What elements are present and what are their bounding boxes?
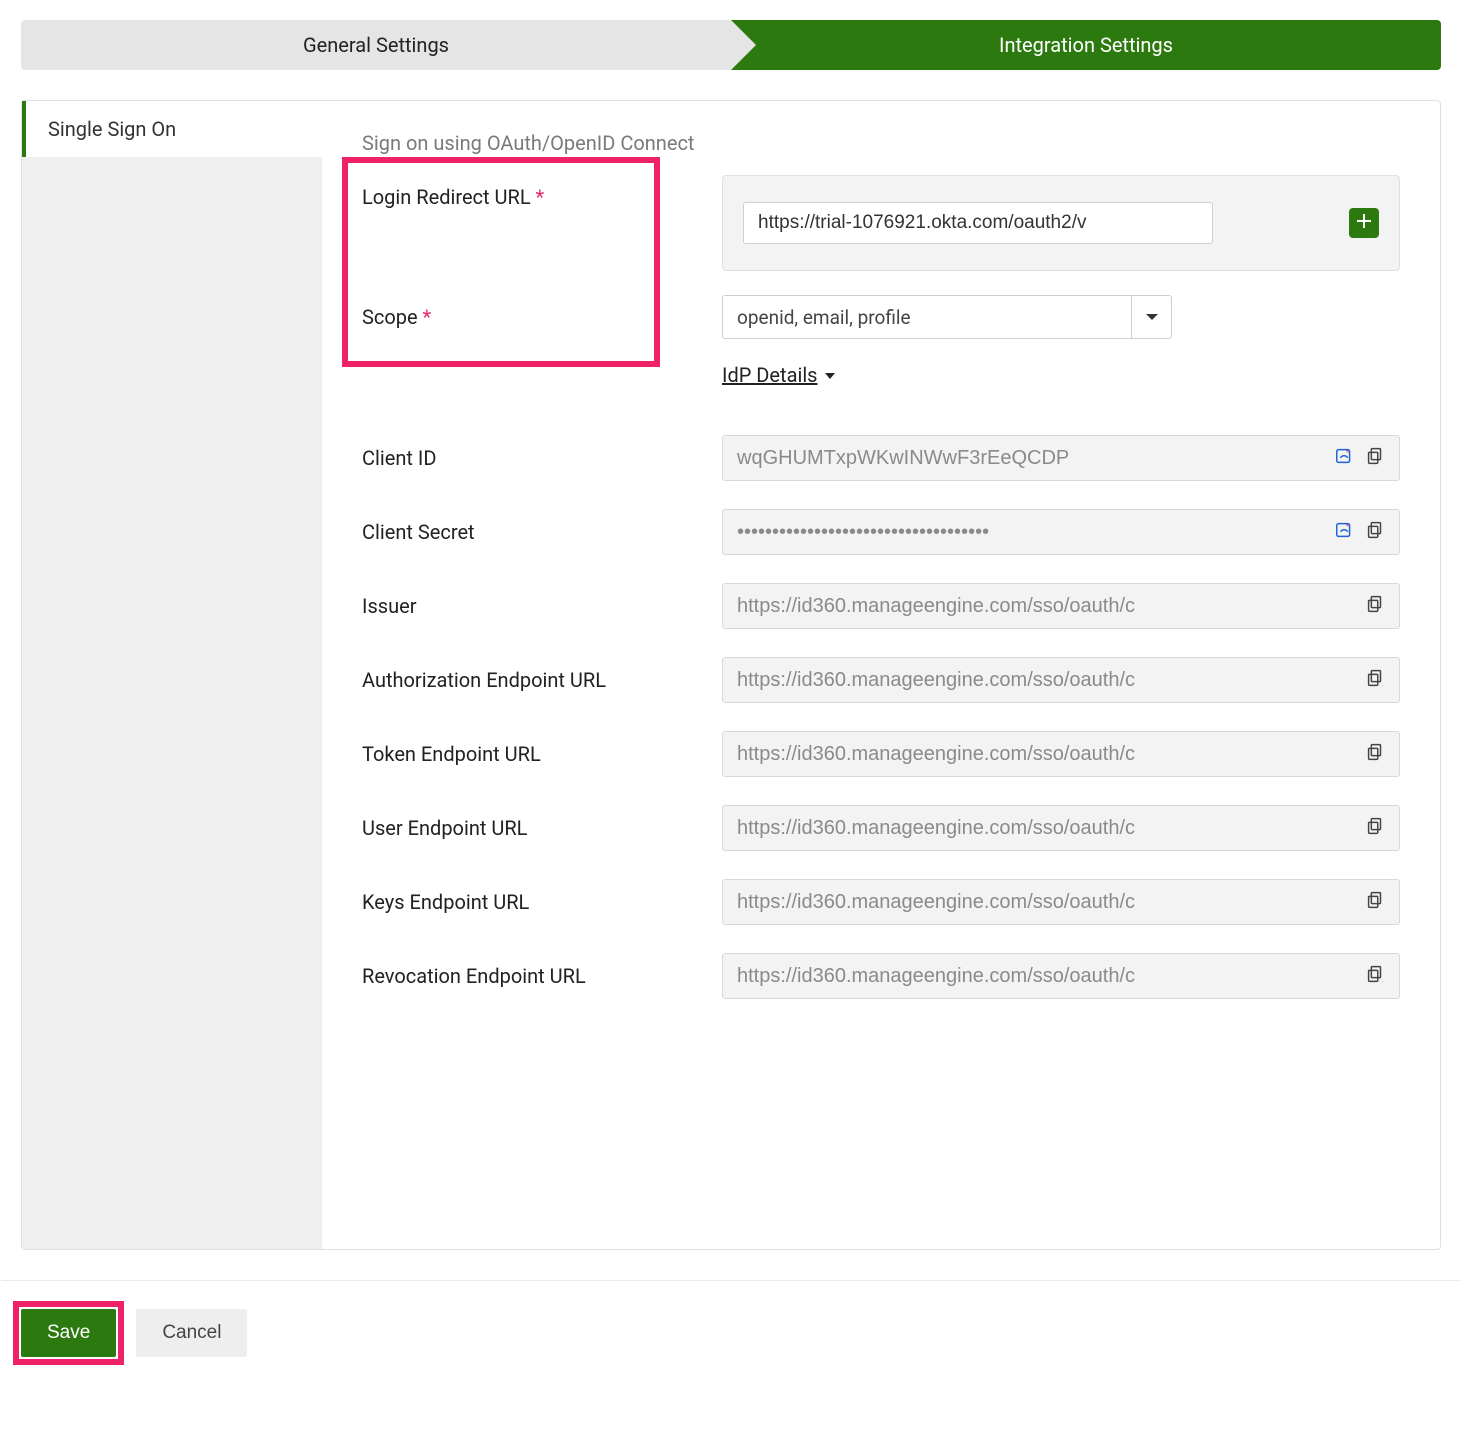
revocation-endpoint-input[interactable] <box>737 965 1357 988</box>
label-revocation-endpoint: Revocation Endpoint URL <box>362 964 722 988</box>
caret-down-icon <box>824 363 836 387</box>
copy-icon <box>1364 889 1386 916</box>
client-id-input[interactable] <box>737 447 1327 470</box>
client-secret-input[interactable] <box>737 521 1327 544</box>
copy-button[interactable] <box>1363 594 1387 618</box>
field-keys-endpoint <box>722 879 1400 925</box>
label-authorization-endpoint: Authorization Endpoint URL <box>362 668 722 692</box>
field-user-endpoint <box>722 805 1400 851</box>
copy-button[interactable] <box>1363 520 1387 544</box>
copy-icon <box>1364 593 1386 620</box>
sidebar: Single Sign On <box>22 101 322 1249</box>
label-scope: Scope * <box>362 295 722 329</box>
cancel-button[interactable]: Cancel <box>136 1309 247 1357</box>
label-token-endpoint: Token Endpoint URL <box>362 742 722 766</box>
tab-label: General Settings <box>303 33 449 57</box>
content-description: Sign on using OAuth/OpenID Connect <box>362 131 1400 155</box>
preview-button[interactable]: * <box>1333 520 1357 544</box>
label-user-endpoint: User Endpoint URL <box>362 816 722 840</box>
content: Sign on using OAuth/OpenID Connect Login… <box>322 101 1440 1249</box>
preview-icon: * <box>1334 519 1356 546</box>
label-client-id: Client ID <box>362 446 722 470</box>
sidebar-item-label: Single Sign On <box>48 117 176 141</box>
footer: Save Cancel <box>21 1309 1441 1357</box>
copy-button[interactable] <box>1363 964 1387 988</box>
field-issuer <box>722 583 1400 629</box>
copy-button[interactable] <box>1363 742 1387 766</box>
chevron-down-icon <box>1131 296 1171 338</box>
idp-details-toggle[interactable]: IdP Details <box>722 363 836 387</box>
tab-integration-settings[interactable]: Integration Settings <box>731 20 1441 70</box>
user-endpoint-input[interactable] <box>737 817 1357 840</box>
copy-icon <box>1364 741 1386 768</box>
tab-general-settings[interactable]: General Settings <box>21 20 731 70</box>
field-authorization-endpoint <box>722 657 1400 703</box>
copy-button[interactable] <box>1363 668 1387 692</box>
preview-button[interactable]: * <box>1333 446 1357 470</box>
scope-select[interactable]: openid, email, profile <box>722 295 1172 339</box>
login-redirect-url-group <box>722 175 1400 271</box>
copy-icon <box>1364 667 1386 694</box>
footer-divider <box>1 1280 1461 1281</box>
authorization-endpoint-input[interactable] <box>737 669 1357 692</box>
copy-icon <box>1364 445 1386 472</box>
label-login-redirect-url: Login Redirect URL * <box>362 175 722 209</box>
copy-button[interactable] <box>1363 816 1387 840</box>
plus-icon <box>1356 213 1372 234</box>
issuer-input[interactable] <box>737 595 1357 618</box>
copy-button[interactable] <box>1363 890 1387 914</box>
add-url-button[interactable] <box>1349 208 1379 238</box>
preview-icon: * <box>1334 445 1356 472</box>
label-issuer: Issuer <box>362 594 722 618</box>
label-client-secret: Client Secret <box>362 520 722 544</box>
field-token-endpoint <box>722 731 1400 777</box>
tab-label: Integration Settings <box>999 33 1173 57</box>
field-revocation-endpoint <box>722 953 1400 999</box>
copy-button[interactable] <box>1363 446 1387 470</box>
scope-value: openid, email, profile <box>723 296 1131 338</box>
settings-panel: Single Sign On Sign on using OAuth/OpenI… <box>21 100 1441 1250</box>
label-keys-endpoint: Keys Endpoint URL <box>362 890 722 914</box>
copy-icon <box>1364 519 1386 546</box>
copy-icon <box>1364 963 1386 990</box>
save-button[interactable]: Save <box>21 1309 116 1357</box>
login-redirect-url-input[interactable] <box>743 202 1213 244</box>
field-client-secret: * <box>722 509 1400 555</box>
idp-details-label: IdP Details <box>722 363 818 387</box>
sidebar-item-single-sign-on[interactable]: Single Sign On <box>22 101 322 157</box>
copy-icon <box>1364 815 1386 842</box>
step-tabs: General Settings Integration Settings <box>21 20 1441 70</box>
token-endpoint-input[interactable] <box>737 743 1357 766</box>
keys-endpoint-input[interactable] <box>737 891 1357 914</box>
field-client-id: * <box>722 435 1400 481</box>
